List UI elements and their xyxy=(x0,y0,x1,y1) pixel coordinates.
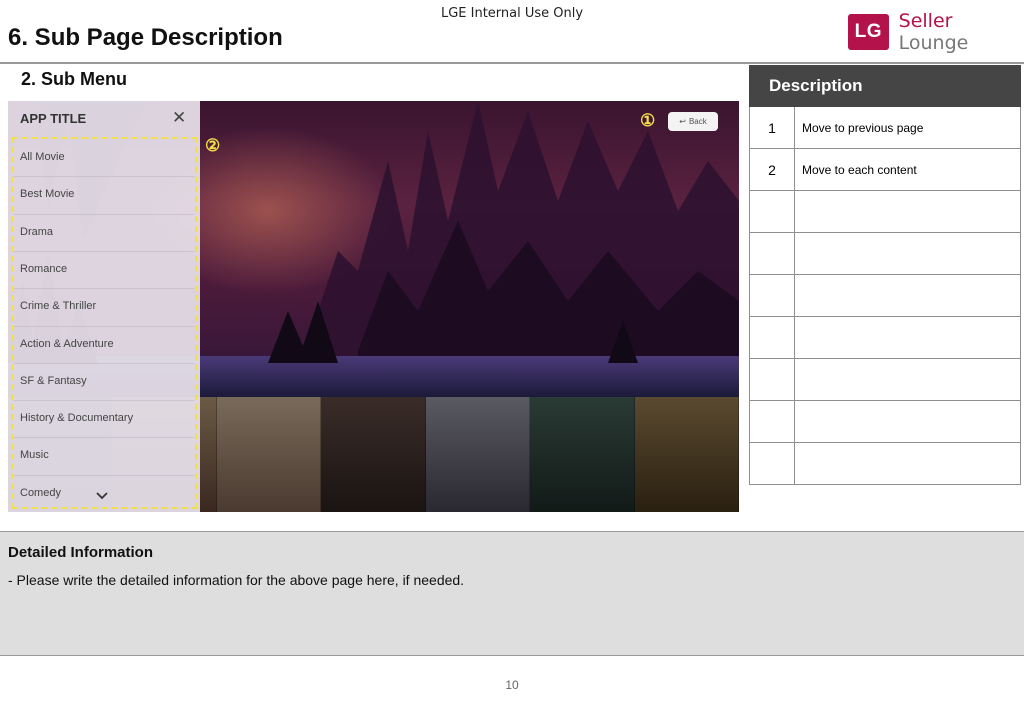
description-text xyxy=(794,232,1021,275)
menu-divider xyxy=(14,474,194,476)
menu-divider xyxy=(14,176,194,178)
section-title: 2. Sub Menu xyxy=(21,69,128,89)
description-row: 2 Move to each content xyxy=(749,148,1021,191)
description-number: 2 xyxy=(749,148,795,191)
menu-divider xyxy=(14,362,194,364)
menu-item[interactable]: Best Movie xyxy=(20,188,192,200)
description-number: 1 xyxy=(749,106,795,149)
app-title: APP TITLE xyxy=(20,111,87,126)
description-row xyxy=(749,274,1021,317)
back-label: Back xyxy=(688,117,707,126)
description-header: Description xyxy=(749,65,1021,107)
close-icon[interactable]: ✕ xyxy=(172,108,186,128)
return-arrow-icon: ↩ xyxy=(679,117,686,126)
menu-item[interactable]: Crime & Thriller xyxy=(20,300,192,312)
logo-mark: LG xyxy=(848,14,889,50)
logo-brand: Seller xyxy=(898,10,953,32)
content-thumbnail[interactable] xyxy=(321,397,426,512)
logo-text: Seller Lounge xyxy=(899,10,1024,54)
menu-item[interactable]: All Movie xyxy=(20,151,192,163)
logo-suffix: Lounge xyxy=(898,32,969,54)
menu-item[interactable]: SF & Fantasy xyxy=(20,375,192,387)
description-number xyxy=(749,442,795,485)
description-number xyxy=(749,358,795,401)
description-text xyxy=(794,274,1021,317)
menu-divider xyxy=(14,325,194,327)
description-text xyxy=(794,442,1021,485)
description-row: 1 Move to previous page xyxy=(749,106,1021,149)
menu-divider xyxy=(14,288,194,290)
header-divider xyxy=(0,62,1024,64)
menu-divider xyxy=(14,250,194,252)
chevron-down-icon[interactable] xyxy=(96,490,108,502)
page-number: 10 xyxy=(505,678,519,692)
description-number xyxy=(749,316,795,359)
menu-divider xyxy=(14,213,194,215)
detailed-information-panel: Detailed Information - Please write the … xyxy=(0,531,1024,656)
description-number xyxy=(749,274,795,317)
menu-divider xyxy=(14,437,194,439)
page-title: 6. Sub Page Description xyxy=(8,24,283,51)
lg-seller-lounge-logo: LG Seller Lounge xyxy=(848,10,1024,54)
description-text xyxy=(794,190,1021,233)
menu-item[interactable]: Music xyxy=(20,449,192,461)
description-text: Move to each content xyxy=(794,148,1021,191)
content-thumbnail[interactable] xyxy=(530,397,635,512)
sub-menu-panel: APP TITLE ✕ All Movie Best Movie Drama Roma… xyxy=(8,101,200,512)
description-row xyxy=(749,190,1021,233)
content-thumbnail[interactable] xyxy=(425,397,531,512)
description-text xyxy=(794,358,1021,401)
description-text xyxy=(794,400,1021,443)
menu-item[interactable]: Romance xyxy=(20,263,192,275)
description-row xyxy=(749,232,1021,275)
description-row xyxy=(749,400,1021,443)
description-row xyxy=(749,358,1021,401)
content-thumbnail[interactable] xyxy=(634,397,739,512)
description-number xyxy=(749,232,795,275)
content-thumbnail[interactable] xyxy=(216,397,322,512)
callout-marker-1: ① xyxy=(640,111,656,130)
menu-divider xyxy=(14,400,194,402)
screen-mockup: APP TITLE ✕ All Movie Best Movie Drama Roma… xyxy=(8,101,739,512)
detail-body: - Please write the detailed information … xyxy=(8,572,465,588)
menu-item[interactable]: History & Documentary xyxy=(20,412,192,424)
detail-title: Detailed Information xyxy=(8,544,154,561)
description-table: Description 1 Move to previous page 2 Move … xyxy=(749,65,1021,485)
description-number xyxy=(749,400,795,443)
menu-item[interactable]: Drama xyxy=(20,226,192,238)
menu-item[interactable]: Action & Adventure xyxy=(20,338,192,350)
description-row xyxy=(749,316,1021,359)
description-number xyxy=(749,190,795,233)
back-button[interactable]: ↩ Back xyxy=(668,112,718,131)
description-row xyxy=(749,442,1021,485)
description-text xyxy=(794,316,1021,359)
description-text: Move to previous page xyxy=(794,106,1021,149)
callout-marker-2: ② xyxy=(205,136,221,155)
